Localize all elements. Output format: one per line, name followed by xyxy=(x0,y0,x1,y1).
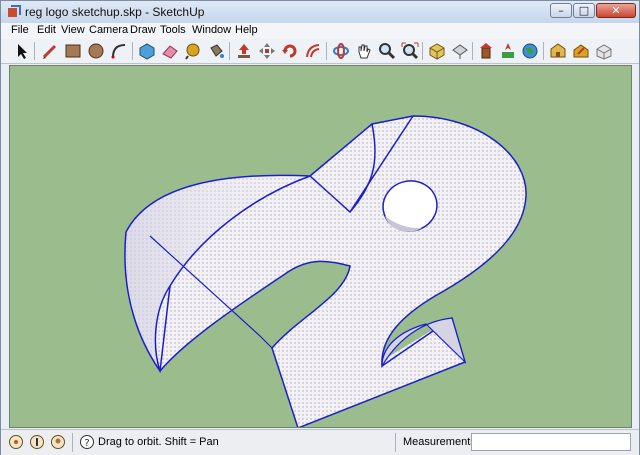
menu-view[interactable]: View xyxy=(61,24,85,36)
sketchup-app-icon xyxy=(8,5,21,17)
status-divider xyxy=(395,433,396,452)
circle-icon[interactable] xyxy=(87,42,105,60)
zoom-icon[interactable] xyxy=(378,42,396,60)
pan-icon[interactable] xyxy=(355,42,373,60)
window-title: reg logo sketchup.skp - SketchUp xyxy=(25,5,205,19)
toolbar-separator xyxy=(472,42,473,60)
geo-location-icon[interactable] xyxy=(8,434,24,450)
menu-file[interactable]: File xyxy=(11,24,29,36)
status-divider xyxy=(72,433,73,452)
toolbar-separator xyxy=(326,42,327,60)
warehouse-icon[interactable] xyxy=(549,42,567,60)
move-icon[interactable] xyxy=(258,42,276,60)
minimize-button[interactable]: – xyxy=(550,3,572,18)
select-arrow-icon[interactable] xyxy=(13,42,31,60)
maximize-button[interactable]: □ xyxy=(573,3,595,18)
make-component-icon[interactable] xyxy=(138,42,156,60)
rectangle-icon[interactable] xyxy=(64,42,82,60)
sketchup-window: reg logo sketchup.skp - SketchUp – □ ✕ F… xyxy=(0,0,640,455)
zoom-extents-icon[interactable] xyxy=(401,42,419,60)
main-toolbar xyxy=(1,39,639,64)
toggle-terrain-icon[interactable] xyxy=(521,42,539,60)
measurements-input[interactable] xyxy=(471,433,631,451)
window-controls: – □ ✕ xyxy=(549,3,636,19)
toolbar-separator xyxy=(422,42,423,60)
iso-view-icon[interactable] xyxy=(428,42,446,60)
previous-view-icon[interactable] xyxy=(477,42,495,60)
offset-icon[interactable] xyxy=(304,42,322,60)
measurements-label: Measurements xyxy=(403,436,476,448)
model-viewport[interactable] xyxy=(9,65,632,428)
toolbar-separator xyxy=(543,42,544,60)
menu-tools[interactable]: Tools xyxy=(160,24,186,36)
menu-camera[interactable]: Camera xyxy=(89,24,128,36)
menu-edit[interactable]: Edit xyxy=(37,24,56,36)
title-bar[interactable]: reg logo sketchup.skp - SketchUp – □ ✕ xyxy=(1,1,639,23)
help-icon[interactable]: ? xyxy=(79,434,95,450)
top-view-icon[interactable] xyxy=(451,42,469,60)
toolbar-separator xyxy=(229,42,230,60)
menu-window[interactable]: Window xyxy=(192,24,231,36)
toolbar-separator xyxy=(132,42,133,60)
user-icon[interactable] xyxy=(50,434,66,450)
component-gallery-icon[interactable] xyxy=(595,42,613,60)
menu-bar: File Edit View Camera Draw Tools Window … xyxy=(1,23,639,39)
close-button[interactable]: ✕ xyxy=(596,3,636,18)
rotate-icon[interactable] xyxy=(281,42,299,60)
menu-draw[interactable]: Draw xyxy=(130,24,156,36)
orbit-icon[interactable] xyxy=(332,42,350,60)
arc-icon[interactable] xyxy=(110,42,128,60)
credits-icon[interactable] xyxy=(29,434,45,450)
tape-measure-icon[interactable] xyxy=(184,42,202,60)
paint-bucket-icon[interactable] xyxy=(207,42,225,60)
3d-model-canvas[interactable] xyxy=(10,66,631,427)
eraser-icon[interactable] xyxy=(161,42,179,60)
line-pencil-icon[interactable] xyxy=(41,42,59,60)
push-pull-icon[interactable] xyxy=(235,42,253,60)
share-model-icon[interactable] xyxy=(572,42,590,60)
svg-text:?: ? xyxy=(84,438,89,449)
toolbar-separator xyxy=(34,42,35,60)
menu-help[interactable]: Help xyxy=(235,24,258,36)
status-bar: ? Drag to orbit. Shift = Pan Measurement… xyxy=(1,429,639,455)
status-message: Drag to orbit. Shift = Pan xyxy=(98,436,219,448)
add-location-icon[interactable] xyxy=(499,42,517,60)
logo-top-face xyxy=(154,115,527,427)
